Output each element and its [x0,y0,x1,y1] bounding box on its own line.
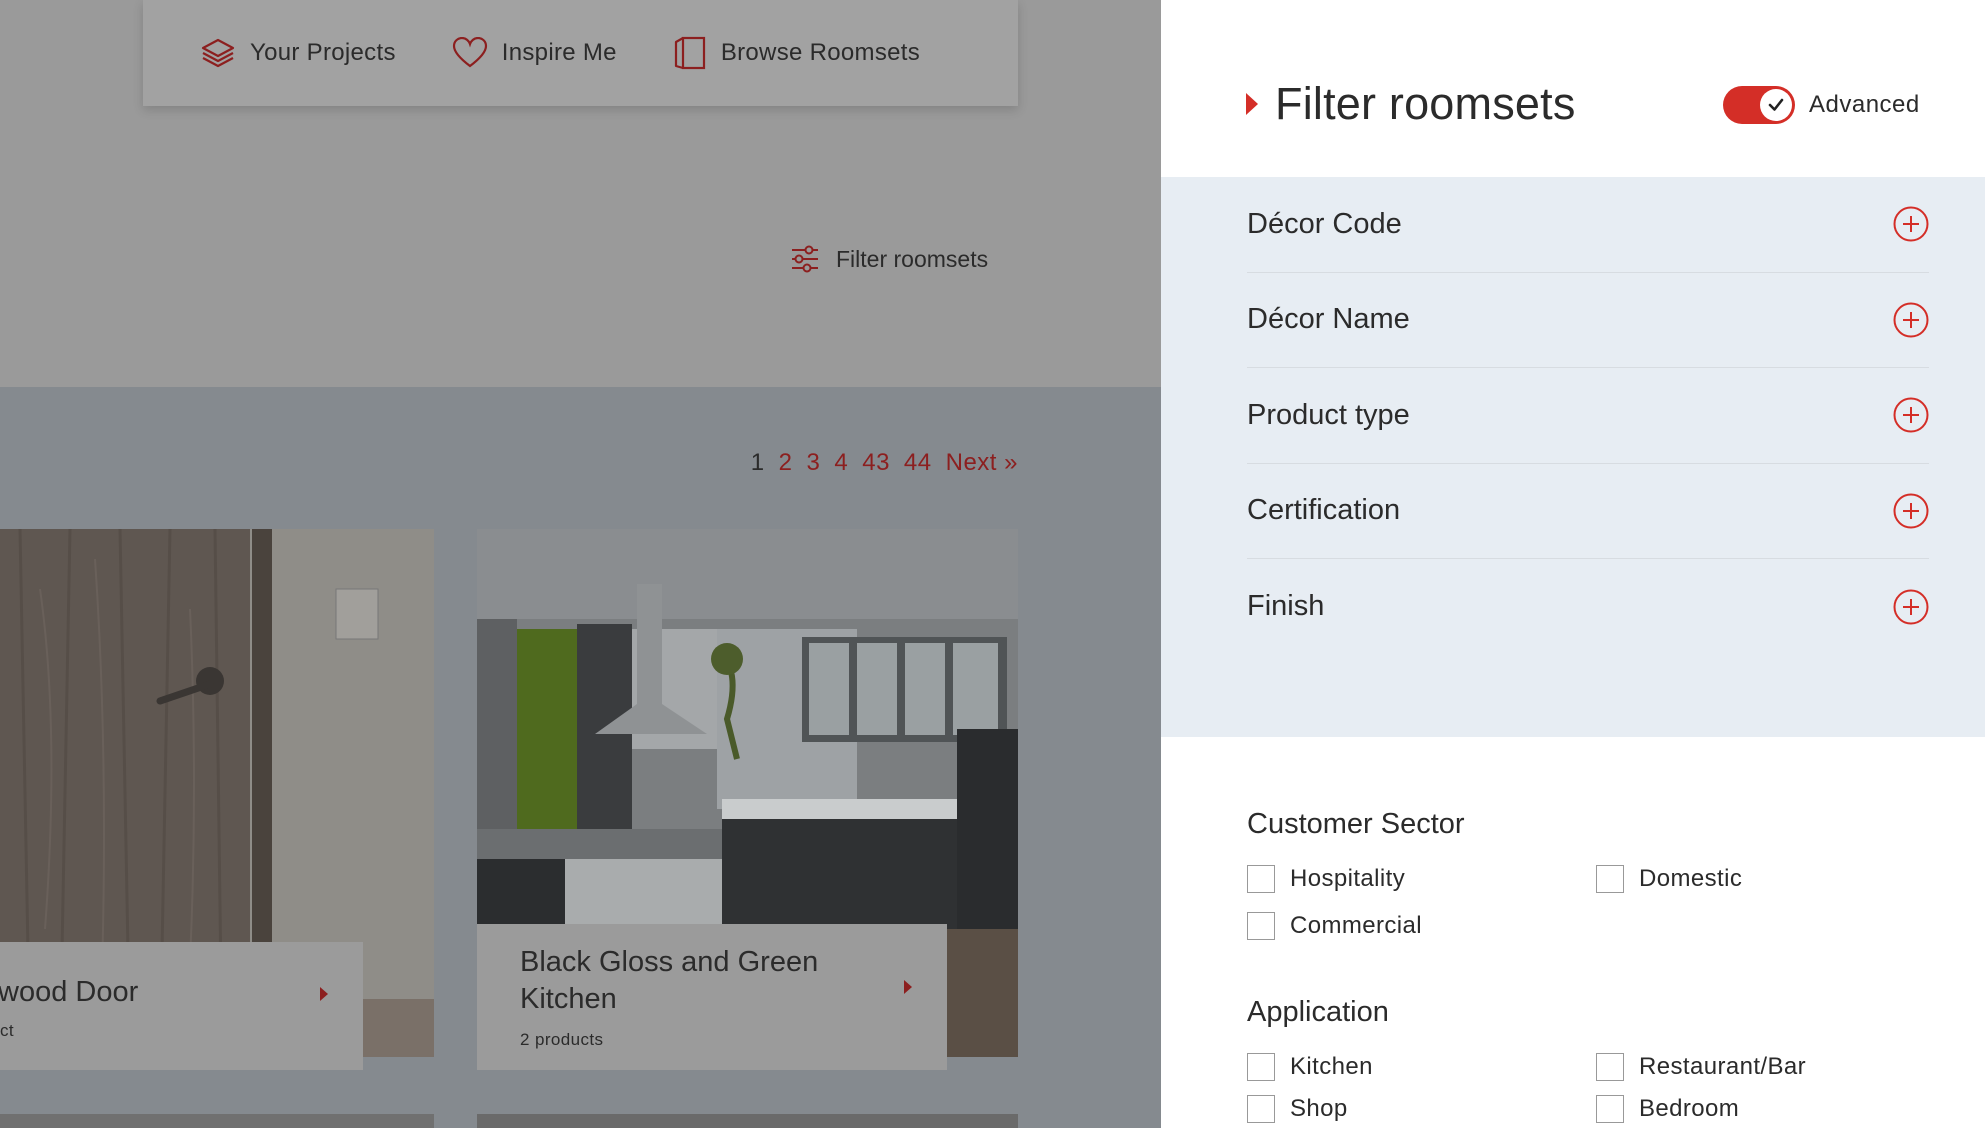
main-nav: Your Projects Inspire Me Browse Roomsets [143,0,1018,106]
card-title: Black Gloss and Green Kitchen [520,946,819,1015]
accordion-decor-name[interactable]: Décor Name [1247,273,1929,368]
accordion-certification[interactable]: Certification [1247,464,1929,559]
checkbox[interactable] [1247,1053,1275,1081]
filter-roomsets-link[interactable]: Filter roomsets [790,244,988,274]
checkbox-label: Bedroom [1639,1095,1740,1122]
checkbox[interactable] [1247,912,1275,940]
checkbox-bedroom[interactable]: Bedroom [1596,1095,1739,1123]
nav-label: Inspire Me [501,39,617,66]
checkbox[interactable] [1596,1095,1624,1123]
nav-browse-roomsets[interactable]: Browse Roomsets [673,36,920,70]
checkbox-group: Hospitality Domestic Commercial [1247,865,1947,955]
panel-title: Filter roomsets [1275,78,1576,129]
sliders-icon [792,245,818,273]
page-current: 1 [750,449,765,476]
results-area: 1 2 3 4 43 44 Next » wood Door ct Black … [0,387,1161,1128]
card-title: wood Door [0,976,139,1008]
filter-link-label: Filter roomsets [836,245,989,272]
filter-panel: Filter roomsets Advanced Décor Code Déco… [1161,0,1985,1128]
page-link[interactable]: 4 [834,449,848,477]
checkbox-label: Commercial [1290,912,1423,939]
background-page: Your Projects Inspire Me Browse Roomsets [0,0,1161,1128]
layers-icon [201,38,235,68]
card-arrow-icon [320,987,328,1001]
checkbox-hospitality[interactable]: Hospitality [1247,865,1405,893]
advanced-toggle[interactable] [1723,86,1795,124]
card-image-next[interactable] [0,1114,434,1128]
plus-circle-icon[interactable] [1893,493,1929,529]
checkbox-label: Hospitality [1290,865,1406,892]
nav-your-projects[interactable]: Your Projects [200,37,396,69]
next-page-link[interactable]: Next » [946,449,1018,477]
checkbox-shop[interactable]: Shop [1247,1095,1348,1123]
accordion-label: Certification [1247,494,1401,527]
section-title: Application [1247,996,1389,1028]
checkbox-commercial[interactable]: Commercial [1247,912,1422,940]
accordion-label: Finish [1247,590,1325,623]
card-caption[interactable]: wood Door ct [0,942,363,1070]
checkbox-label: Shop [1290,1095,1348,1122]
card-caption[interactable]: Black Gloss and Green Kitchen 2 products [477,924,947,1070]
checkbox-label: Kitchen [1290,1053,1373,1080]
checkbox-domestic[interactable]: Domestic [1596,865,1742,893]
accordion-decor-code[interactable]: Décor Code [1247,177,1929,273]
checkbox-label: Restaurant/Bar [1639,1053,1807,1080]
checkbox-restaurant-bar[interactable]: Restaurant/Bar [1596,1053,1806,1081]
advanced-toggle-label: Advanced [1809,91,1920,118]
accordion-label: Product type [1247,398,1410,431]
checkbox[interactable] [1596,865,1624,893]
nav-label: Browse Roomsets [720,39,921,66]
section-title: Customer Sector [1247,808,1465,840]
accordion-product-type[interactable]: Product type [1247,368,1929,464]
checkbox[interactable] [1596,1053,1624,1081]
pagination: 1 2 3 4 43 44 Next » [737,449,1018,477]
roomset-icon [674,36,705,70]
plus-circle-icon[interactable] [1893,206,1929,242]
filter-accordion: Décor Code Décor Name Product type Certi… [1161,177,1985,737]
checkbox-kitchen[interactable]: Kitchen [1247,1053,1373,1081]
heart-icon [452,37,487,68]
accordion-label: Décor Name [1247,303,1410,336]
nav-label: Your Projects [250,39,396,66]
toggle-knob [1760,89,1792,121]
checkbox[interactable] [1247,1095,1275,1123]
checkbox-label: Domestic [1639,865,1743,892]
caret-right-icon[interactable] [1246,93,1258,115]
plus-circle-icon[interactable] [1893,589,1929,625]
application-section: Application Kitchen Restaurant/Bar Shop … [1247,996,1947,1128]
customer-sector-section: Customer Sector Hospitality Domestic Com… [1247,808,1947,955]
header-area: Your Projects Inspire Me Browse Roomsets [0,0,1161,387]
checkbox-group: Kitchen Restaurant/Bar Shop Bedroom [1247,1053,1947,1128]
page-link[interactable]: 2 [779,449,793,477]
nav-inspire-me[interactable]: Inspire Me [452,37,617,69]
page-link[interactable]: 44 [904,449,932,477]
plus-circle-icon[interactable] [1893,397,1929,433]
page-link[interactable]: 43 [862,449,890,477]
card-arrow-icon [904,980,912,994]
panel-header: Filter roomsets Advanced [1161,0,1985,177]
card-image-next[interactable] [477,1114,1018,1128]
plus-circle-icon[interactable] [1893,302,1929,338]
accordion-label: Décor Code [1247,207,1402,240]
card-subtitle: 2 products [520,1030,604,1049]
checkbox[interactable] [1247,865,1275,893]
checkmark-icon [1768,98,1784,111]
page-link[interactable]: 3 [807,449,821,477]
accordion-finish[interactable]: Finish [1247,559,1929,655]
card-subtitle: ct [0,1021,15,1040]
